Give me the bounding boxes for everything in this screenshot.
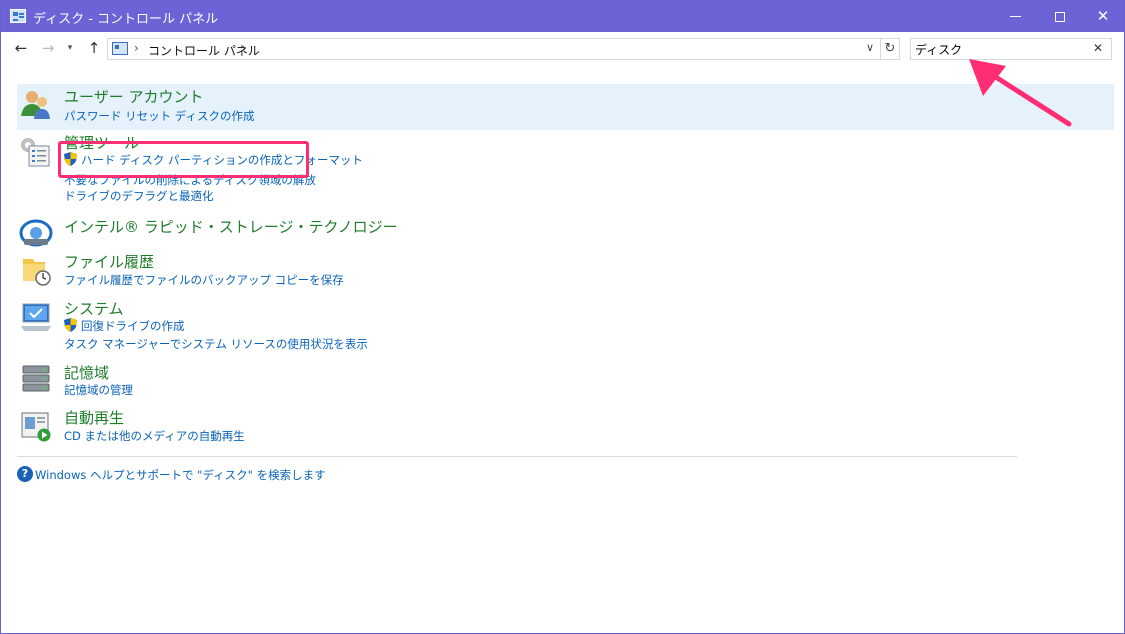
category-title[interactable]: ファイル履歴 [64, 251, 154, 272]
up-button[interactable]: ↑ [85, 39, 103, 57]
breadcrumb-separator[interactable]: › [134, 41, 139, 55]
forward-button[interactable]: → [39, 39, 57, 57]
refresh-icon: ↻ [884, 41, 896, 56]
intel-rst-icon [19, 219, 53, 247]
close-icon[interactable]: ✕ [1093, 41, 1103, 55]
task-link[interactable]: ファイル履歴でファイルのバックアップ コピーを保存 [64, 272, 344, 288]
task-link[interactable]: ドライブのデフラグと最適化 [64, 188, 214, 204]
divider [17, 456, 1017, 457]
system-icon [21, 303, 51, 331]
control-panel-window: ディスク - コントロール パネル ✕ ← → ▾ ↑ › コントロール パネル… [0, 0, 1125, 634]
help-search-text[interactable]: Windows ヘルプとサポートで "ディスク" を検索します [35, 467, 326, 483]
autoplay-icon [21, 412, 51, 442]
task-link[interactable]: パスワード リセット ディスクの作成 [64, 108, 255, 124]
task-link[interactable]: CD または他のメディアの自動再生 [64, 428, 245, 444]
category-title[interactable]: システム [64, 298, 124, 319]
maximize-button[interactable] [1037, 1, 1083, 32]
close-icon: ✕ [1096, 7, 1110, 25]
window-title: ディスク - コントロール パネル [33, 12, 219, 27]
minimize-button[interactable] [992, 1, 1038, 32]
maximize-icon [1055, 11, 1065, 22]
minimize-icon [1009, 16, 1021, 17]
storage-spaces-icon [22, 365, 50, 392]
recent-locations-button[interactable]: ▾ [64, 39, 76, 57]
breadcrumb-separator[interactable]: › [242, 41, 247, 55]
uac-shield-icon [64, 318, 77, 332]
help-icon: ? [17, 466, 33, 482]
search-input[interactable] [915, 41, 1085, 57]
pink-arrow-pointing-to-search [969, 59, 1072, 127]
navigation-bar: ← → ▾ ↑ › コントロール パネル › ∨ ↻ ✕ [1, 32, 1124, 66]
category-title[interactable]: 自動再生 [64, 407, 124, 428]
file-history-icon [23, 259, 51, 286]
task-link[interactable]: 回復ドライブの作成 [81, 318, 185, 334]
address-bar[interactable]: › コントロール パネル › ∨ [107, 38, 881, 60]
category-title[interactable]: 記憶域 [64, 362, 109, 383]
task-link[interactable]: タスク マネージャーでシステム リソースの使用状況を表示 [64, 336, 368, 352]
admin-tools-icon [21, 138, 50, 167]
refresh-button[interactable]: ↻ [881, 38, 900, 60]
category-title[interactable]: ユーザー アカウント [64, 86, 203, 107]
control-panel-icon [10, 9, 26, 23]
task-link[interactable]: 記憶域の管理 [64, 382, 133, 398]
red-highlight-rectangle [58, 141, 309, 178]
close-button[interactable]: ✕ [1080, 1, 1124, 32]
category-title[interactable]: インテル® ラピッド・ストレージ・テクノロジー [64, 216, 398, 237]
chevron-down-icon: ▾ [67, 43, 73, 53]
address-dropdown-chevron-icon[interactable]: ∨ [866, 41, 874, 54]
control-panel-icon [112, 42, 128, 55]
users-icon [21, 91, 50, 119]
arrow-up-icon: ↑ [87, 39, 101, 57]
title-bar[interactable]: ディスク - コントロール パネル ✕ [1, 1, 1124, 32]
back-button[interactable]: ← [12, 39, 30, 57]
arrow-right-icon: → [41, 39, 55, 57]
arrow-left-icon: ← [14, 39, 28, 57]
